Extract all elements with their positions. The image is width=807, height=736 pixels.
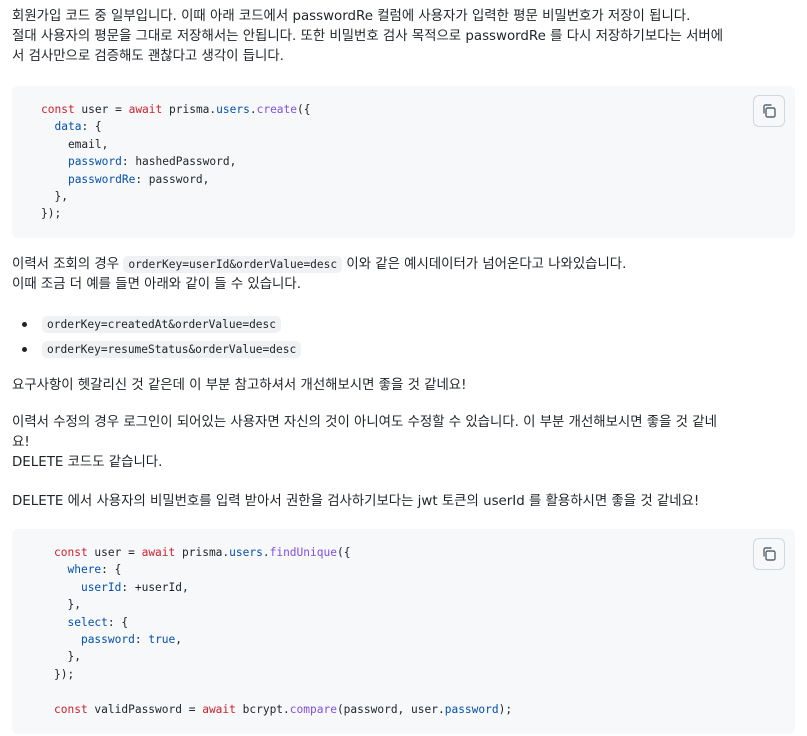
query-line-2: 이때 조금 더 예를 들면 아래와 같이 들 수 있습니다. xyxy=(12,277,301,292)
bullet-code-created-at: orderKey=createdAt&orderValue=desc xyxy=(42,316,282,333)
review-comment: 회원가입 코드 중 일부입니다. 이때 아래 코드에서 passwordRe 컬… xyxy=(0,0,807,736)
edit-line-1: 이력서 수정의 경우 로그인이 되어있는 사용자면 자신의 것이 아니여도 수정… xyxy=(12,415,717,430)
intro-paragraph: 회원가입 코드 중 일부입니다. 이때 아래 코드에서 passwordRe 컬… xyxy=(12,7,799,67)
list-item: orderKey=resumeStatus&orderValue=desc xyxy=(12,337,302,362)
query-text-before: 이력서 조회의 경우 xyxy=(12,257,124,272)
intro-line-3: 서 검사만으로 검증해도 괜찮다고 생각이 듭니다. xyxy=(12,49,284,64)
bullet-code-resume-status: orderKey=resumeStatus&orderValue=desc xyxy=(42,341,302,358)
copy-icon xyxy=(763,104,776,118)
intro-line-1: 회원가입 코드 중 일부입니다. 이때 아래 코드에서 passwordRe 컬… xyxy=(12,9,691,24)
code-create: const user = await prisma.users.create({… xyxy=(41,103,311,221)
copy-icon xyxy=(763,547,776,561)
delete-paragraph: DELETE 에서 사용자의 비밀번호를 입력 받아서 권한을 검사하기보다는 … xyxy=(12,494,700,509)
copy-button[interactable] xyxy=(753,538,785,570)
intro-line-2: 절대 사용자의 평문을 그대로 저장해서는 안됩니다. 또한 비밀번호 검사 목… xyxy=(12,29,724,44)
edit-paragraph: 이력서 수정의 경우 로그인이 되어있는 사용자면 자신의 것이 아니여도 수정… xyxy=(12,413,799,473)
code-find-unique: const user = await prisma.users.findUniq… xyxy=(54,546,513,716)
list-item: orderKey=createdAt&orderValue=desc xyxy=(12,312,301,337)
inline-code-order-key: orderKey=userId&orderValue=desc xyxy=(123,256,343,273)
example-list: orderKey=createdAt&orderValue=desc order… xyxy=(12,312,302,362)
code-block-create: const user = await prisma.users.create({… xyxy=(12,86,795,238)
requirement-paragraph: 요구사항이 헷갈리신 것 같은데 이 부분 참고하셔서 개선해보시면 좋을 것 … xyxy=(12,378,467,393)
edit-line-2: 요! xyxy=(12,435,30,450)
query-text-after: 이와 같은 예시데이터가 넘어온다고 나와있습니다. xyxy=(342,257,627,272)
code-block-find-unique: const user = await prisma.users.findUniq… xyxy=(12,529,795,734)
copy-button[interactable] xyxy=(753,95,785,127)
edit-line-3: DELETE 코드도 같습니다. xyxy=(12,455,163,470)
query-paragraph: 이력서 조회의 경우 orderKey=userId&orderValue=de… xyxy=(12,255,799,295)
